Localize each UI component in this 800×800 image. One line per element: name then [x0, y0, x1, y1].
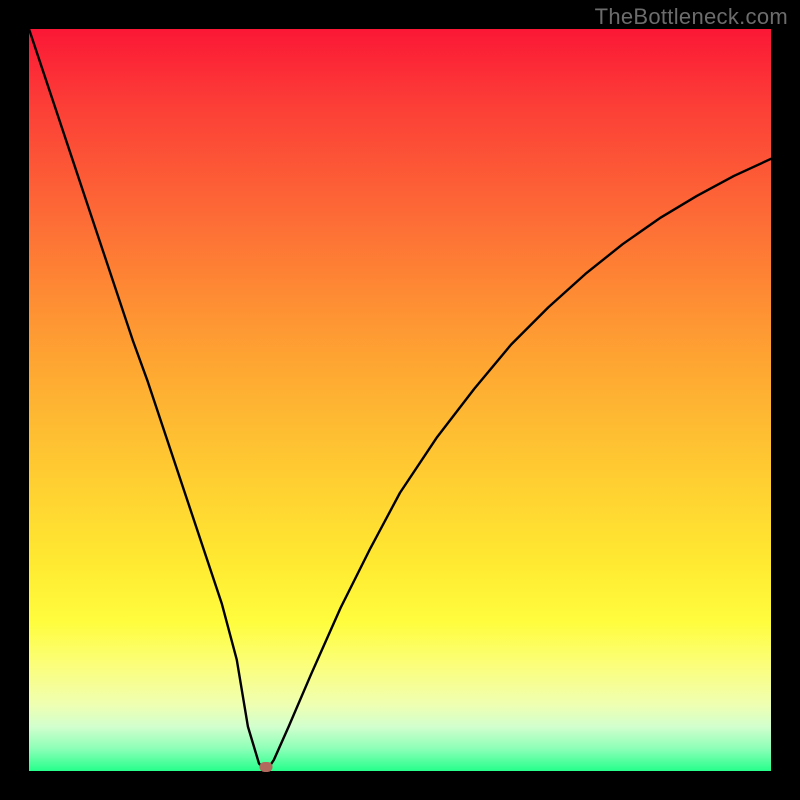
watermark-text: TheBottleneck.com — [595, 4, 788, 30]
chart-frame: TheBottleneck.com — [0, 0, 800, 800]
optimum-marker — [260, 762, 273, 772]
plot-gradient-background — [29, 29, 771, 771]
